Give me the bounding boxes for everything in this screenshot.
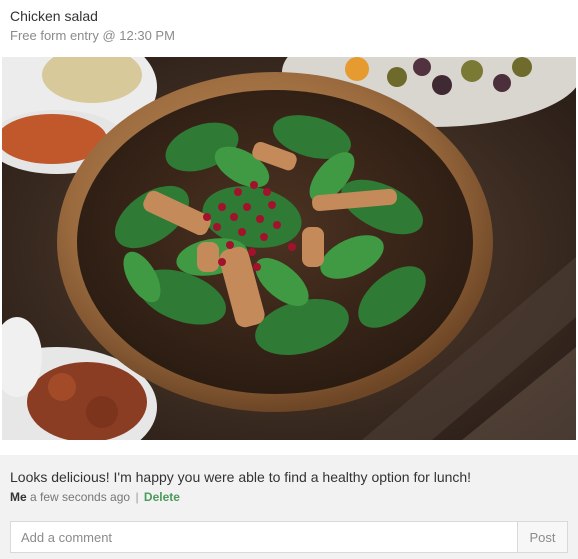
post-button[interactable]: Post (517, 522, 567, 552)
comment-author: Me (10, 490, 27, 504)
comment-separator: | (135, 490, 139, 504)
comment-time: a few seconds ago (30, 490, 131, 504)
delete-comment-link[interactable]: Delete (144, 490, 180, 504)
entry-subtitle: Free form entry @ 12:30 PM (10, 28, 175, 43)
entry-title: Chicken salad (10, 8, 98, 24)
comment-text: Looks delicious! I'm happy you were able… (10, 469, 472, 485)
add-comment-input[interactable] (11, 522, 517, 552)
entry-header: Chicken salad Free form entry @ 12:30 PM (10, 7, 568, 45)
salad-photo-illustration (2, 57, 576, 440)
comment-composer: Post (10, 521, 568, 553)
comments-section: Looks delicious! I'm happy you were able… (0, 455, 578, 559)
comment-meta: Me a few seconds ago | Delete (10, 490, 180, 504)
salad-photo (2, 57, 576, 440)
log-entry-card: Chicken salad Free form entry @ 12:30 PM (0, 0, 578, 559)
